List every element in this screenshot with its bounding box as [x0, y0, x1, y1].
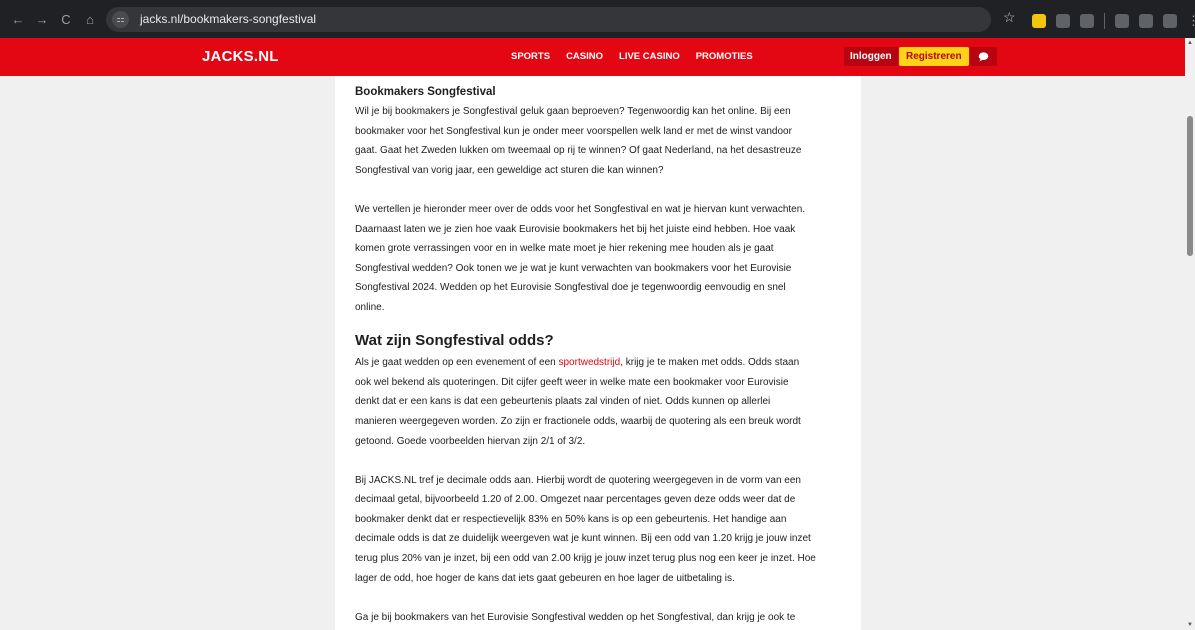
text-line: Daarnaast laten we je zien hoe vaak Euro…	[355, 223, 796, 235]
reading-list-icon[interactable]	[1115, 14, 1129, 28]
text-line: gaat. Gaat het Zweden lukken om tweemaal…	[355, 145, 802, 157]
scroll-up-arrow-icon[interactable]: ▲	[1187, 40, 1193, 46]
text-line: lager de odd, hoe hoger de kans dat iets…	[355, 572, 735, 584]
extension-icon[interactable]	[1032, 14, 1046, 28]
text-line: Songfestival van vorig jaar, een geweldi…	[355, 164, 664, 176]
text-line: We vertellen je hieronder meer over de o…	[355, 203, 806, 215]
browser-nav-buttons: ← → C ⌂	[8, 10, 100, 30]
article-heading: Bookmakers Songfestival	[355, 86, 496, 98]
extensions-area: ⋮	[1032, 11, 1195, 31]
text-line: decimaal getal, bijvoorbeeld 1.20 of 2.0…	[355, 494, 796, 506]
login-button[interactable]: Inloggen	[844, 47, 898, 66]
browser-toolbar: ← → C ⌂ ⚏ jacks.nl/bookmakers-songfestiv…	[0, 0, 1195, 38]
article-container: Bookmakers Songfestival Wil je bij bookm…	[335, 76, 861, 630]
text-line: Wil je bij bookmakers je Songfestival ge…	[355, 106, 791, 117]
register-button[interactable]: Registreren	[899, 47, 969, 66]
text-segment: Als je gaat wedden op een evenement of e…	[355, 357, 559, 369]
text-line: getoond. Goede voorbeelden hiervan zijn …	[355, 435, 586, 447]
page-scrollbar[interactable]: ▲ ▼	[1185, 38, 1195, 630]
scrollbar-thumb[interactable]	[1187, 116, 1193, 256]
odds-paragraph-2: Bij JACKS.NL tref je decimale odds aan. …	[355, 471, 835, 589]
site-header: JACKS.NL SPORTS CASINO LIVE CASINO PROMO…	[0, 38, 1195, 76]
main-nav: SPORTS CASINO LIVE CASINO PROMOTIES	[511, 38, 753, 76]
profile-avatar-icon[interactable]	[1163, 14, 1177, 28]
text-line: Als je gaat wedden op een evenement of e…	[355, 353, 835, 373]
section-title: Wat zijn Songfestival odds?	[355, 331, 554, 349]
text-line: bookmaker voor het Songfestival kun je o…	[355, 125, 792, 137]
extensions-puzzle-icon[interactable]	[1080, 14, 1094, 28]
scroll-down-arrow-icon[interactable]: ▼	[1187, 622, 1193, 628]
tab-search-icon[interactable]	[1056, 14, 1070, 28]
text-line: decimale odds is dat ze duidelijk weerge…	[355, 533, 811, 545]
second-paragraph: We vertellen je hieronder meer over de o…	[355, 200, 835, 318]
text-line: Songfestival 2024. Wedden op het Eurovis…	[355, 282, 786, 294]
bookmark-star-icon[interactable]: ☆	[1003, 9, 1016, 26]
odds-paragraph-1: Als je gaat wedden op een evenement of e…	[355, 353, 835, 451]
text-line: online.	[355, 301, 385, 313]
text-line: Bij JACKS.NL tref je decimale odds aan. …	[355, 474, 801, 486]
site-logo[interactable]: JACKS.NL	[202, 38, 279, 76]
sportwedstrijd-link[interactable]: sportwedstrijd	[558, 357, 620, 368]
text-segment: , krijg je te maken met odds. Odds staan	[620, 357, 800, 369]
site-info-icon[interactable]: ⚏	[112, 11, 129, 28]
download-icon[interactable]	[1139, 14, 1153, 28]
url-text[interactable]: jacks.nl/bookmakers-songfestival	[140, 7, 316, 32]
text-line: manieren weergegeven worden. Zo zijn er …	[355, 415, 801, 427]
nav-sports[interactable]: SPORTS	[511, 38, 550, 76]
text-line: Ga je bij bookmakers van het Eurovisie S…	[355, 611, 796, 623]
nav-live-casino[interactable]: LIVE CASINO	[619, 38, 680, 76]
nav-casino[interactable]: CASINO	[566, 38, 603, 76]
text-line: denkt dat er een kans is dat een gebeurt…	[355, 396, 771, 408]
chat-bubble-icon	[978, 52, 989, 62]
address-bar[interactable]: ⚏ jacks.nl/bookmakers-songfestival	[106, 7, 991, 32]
text-line: terug plus 20% van je inzet, bij een odd…	[355, 553, 816, 565]
back-icon[interactable]: ←	[8, 10, 28, 30]
chat-button[interactable]	[970, 47, 997, 66]
toolbar-divider	[1104, 13, 1105, 29]
browser-menu-icon[interactable]: ⋮	[1187, 11, 1195, 31]
intro-paragraph: Wil je bij bookmakers je Songfestival ge…	[355, 102, 835, 180]
reload-icon[interactable]: C	[56, 10, 76, 30]
forward-icon[interactable]: →	[32, 10, 52, 30]
text-line: komen grote verrassingen voor en in welk…	[355, 243, 774, 255]
text-line: ook wel bekend als quoteringen. Dit cijf…	[355, 376, 789, 388]
text-line: bookmaker denkt dat er respectievelijk 8…	[355, 513, 787, 525]
home-icon[interactable]: ⌂	[80, 10, 100, 30]
text-line: Songfestival wedden? Ook tonen we je wat…	[355, 262, 792, 274]
nav-promoties[interactable]: PROMOTIES	[696, 38, 753, 76]
